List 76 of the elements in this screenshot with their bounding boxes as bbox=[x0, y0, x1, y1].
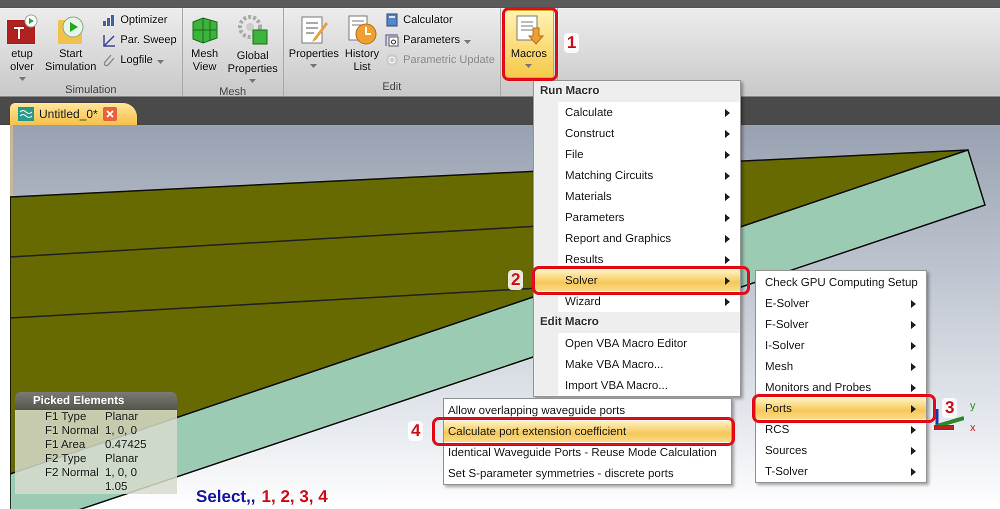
property-label: F1 Normal bbox=[45, 424, 100, 438]
ribbon-button[interactable]: Calculator bbox=[383, 12, 497, 28]
ribbon-button[interactable]: History List bbox=[342, 10, 382, 77]
ribbon-button[interactable]: Par. Sweep bbox=[100, 32, 179, 48]
ribbon-button[interactable]: Start Simulation bbox=[43, 10, 98, 77]
property-value: 1.05 bbox=[105, 480, 128, 494]
step-number: 1 bbox=[564, 33, 580, 53]
menu-item[interactable]: Calculate bbox=[534, 102, 740, 123]
panel-title: Picked Elements bbox=[15, 392, 177, 410]
step-numbers: 1, 2, 3, 4 bbox=[262, 487, 328, 507]
ribbon-button: Parametric Update bbox=[383, 52, 497, 68]
property-value: Planar bbox=[105, 452, 138, 466]
menu-item[interactable]: Set S-parameter symmetries - discrete ports bbox=[444, 463, 731, 484]
refresh-icon bbox=[385, 53, 400, 67]
property-label: F1 Type bbox=[45, 410, 88, 424]
menu-item[interactable]: RCS bbox=[756, 419, 926, 440]
sweep-icon bbox=[102, 33, 116, 47]
menu-item[interactable]: Allow overlapping waveguide ports bbox=[444, 400, 731, 421]
group-label: Mesh bbox=[218, 86, 248, 99]
menu-item[interactable]: Wizard bbox=[534, 291, 740, 312]
menu-item[interactable]: Make VBA Macro... bbox=[534, 354, 740, 375]
menu-item[interactable]: Identical Waveguide Ports - Reuse Mode Calculation bbox=[444, 442, 731, 463]
menu-item[interactable]: Sources bbox=[756, 440, 926, 461]
menu-item[interactable]: Open VBA Macro Editor bbox=[534, 333, 740, 354]
menu-item[interactable]: Monitors and Probes bbox=[756, 377, 926, 398]
menu-header: Edit Macro bbox=[534, 312, 740, 333]
menu-item[interactable]: Mesh bbox=[756, 356, 926, 377]
menu-item[interactable]: Import VBA Macro... bbox=[534, 375, 740, 396]
wave-icon bbox=[18, 107, 34, 121]
menu-item[interactable]: Parameters bbox=[534, 207, 740, 228]
ribbon-button[interactable]: Mesh View bbox=[186, 10, 224, 77]
menu-item[interactable]: Materials bbox=[534, 186, 740, 207]
menu-item[interactable]: File bbox=[534, 144, 740, 165]
paperclip-icon bbox=[102, 53, 116, 67]
ribbon-button[interactable]: Optimizer bbox=[100, 12, 179, 28]
property-value: Planar bbox=[105, 410, 138, 424]
calculator-icon bbox=[385, 13, 400, 27]
parameter-icon bbox=[385, 33, 400, 47]
menu-item[interactable]: Ports bbox=[756, 398, 926, 419]
menu-item[interactable]: T-Solver bbox=[756, 461, 926, 482]
ribbon-button[interactable]: Macros bbox=[504, 10, 554, 78]
step-number: 4 bbox=[408, 420, 424, 440]
property-label: F1 Area bbox=[45, 438, 86, 452]
step-number: 3 bbox=[942, 398, 958, 418]
property-value: 1, 0, 0 bbox=[105, 424, 137, 438]
property-label: F2 Type bbox=[45, 452, 88, 466]
step-number: 2 bbox=[508, 270, 524, 290]
axis-label: x bbox=[970, 422, 976, 434]
menu-item[interactable]: Results bbox=[534, 249, 740, 270]
menu-item[interactable]: Construct bbox=[534, 123, 740, 144]
ribbon-button[interactable]: Properties bbox=[286, 10, 341, 71]
menu-item[interactable]: Report and Graphics bbox=[534, 228, 740, 249]
axis-label: y bbox=[970, 400, 976, 412]
group-label: Simulation bbox=[64, 84, 118, 97]
document-clock-icon bbox=[346, 14, 378, 46]
menu-item[interactable]: Matching Circuits bbox=[534, 165, 740, 186]
ribbon-button[interactable]: Parameters bbox=[383, 32, 497, 48]
menu-item[interactable]: I-Solver bbox=[756, 335, 926, 356]
menu-header: Run Macro bbox=[534, 81, 740, 102]
property-value: 1, 0, 0 bbox=[105, 466, 137, 480]
bar-chart-icon bbox=[102, 13, 116, 27]
close-icon bbox=[102, 107, 117, 121]
ribbon-button[interactable]: Global Properties bbox=[226, 10, 280, 86]
solver-setup-icon bbox=[6, 14, 38, 46]
menu-item[interactable]: Check GPU Computing Setup bbox=[756, 272, 926, 293]
menu-item[interactable]: E-Solver bbox=[756, 293, 926, 314]
menu-item[interactable]: Calculate port extension coefficient bbox=[444, 421, 731, 442]
caption-text: Select,, bbox=[196, 487, 256, 507]
property-label: F2 Normal bbox=[45, 466, 100, 480]
group-label: Edit bbox=[381, 81, 402, 95]
ribbon-button[interactable]: etup olver bbox=[3, 10, 41, 84]
menu-item[interactable]: Solver bbox=[534, 270, 740, 291]
menu-item[interactable]: F-Solver bbox=[756, 314, 926, 335]
property-value: 0.47425 bbox=[105, 438, 147, 452]
ribbon-button[interactable]: Logfile bbox=[100, 52, 179, 68]
document-tab[interactable]: Untitled_0* bbox=[10, 103, 137, 125]
